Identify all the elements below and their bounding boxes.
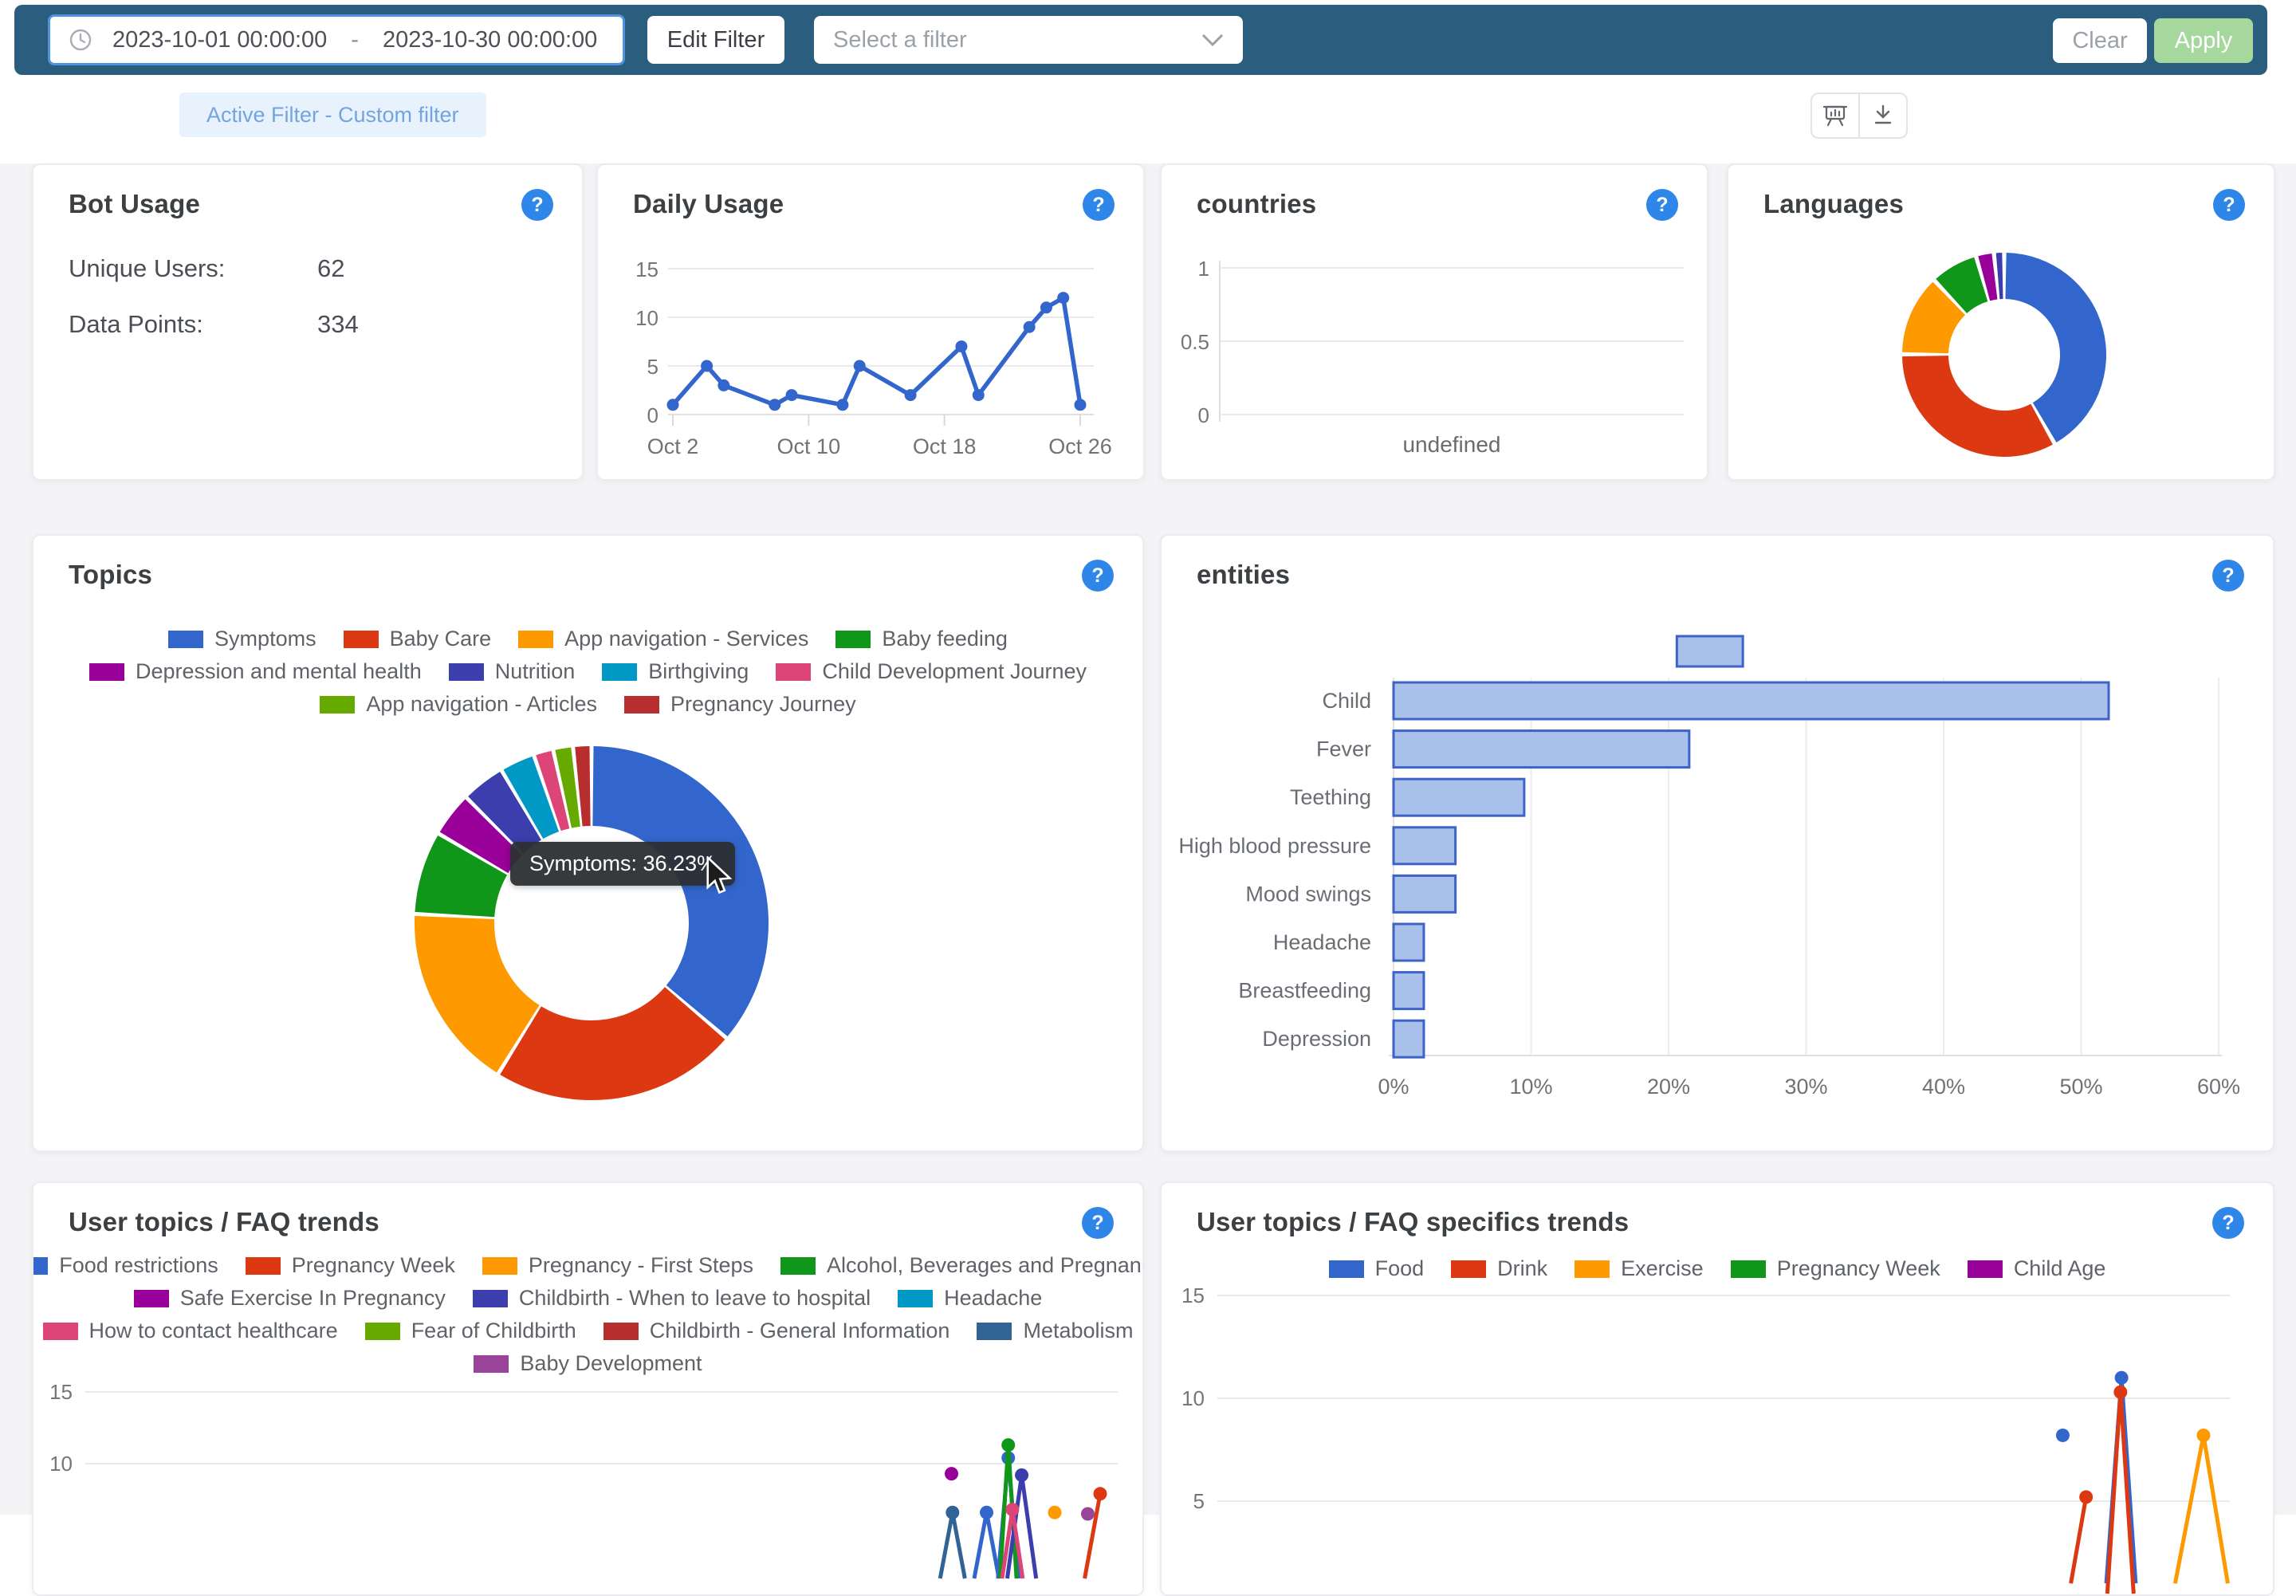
svg-text:1: 1 bbox=[1198, 257, 1209, 281]
chevron-down-icon bbox=[1201, 33, 1224, 47]
active-filter-badge: Active Filter - Custom filter bbox=[179, 92, 486, 137]
stat-row: Data Points: 334 bbox=[69, 310, 203, 339]
svg-text:5: 5 bbox=[647, 355, 659, 379]
date-to[interactable]: 2023-10-30 00:00:00 bbox=[383, 27, 597, 53]
svg-text:undefined: undefined bbox=[1402, 432, 1500, 457]
faq-trends-card: User topics / FAQ trends ? Food restrict… bbox=[32, 1181, 1144, 1596]
card-title: Bot Usage bbox=[69, 189, 200, 219]
chart-tooltip: Symptoms: 36.23% bbox=[510, 842, 735, 886]
stat-row: Unique Users: 62 bbox=[69, 254, 225, 283]
svg-text:Oct 2: Oct 2 bbox=[647, 434, 699, 458]
svg-text:40%: 40% bbox=[1922, 1075, 1965, 1099]
svg-text:0%: 0% bbox=[1378, 1075, 1409, 1099]
stat-value: 62 bbox=[317, 254, 344, 283]
svg-text:15: 15 bbox=[49, 1380, 73, 1404]
bar-fever[interactable] bbox=[1394, 731, 1689, 768]
clear-button[interactable]: Clear bbox=[2053, 18, 2147, 63]
svg-text:Breastfeeding: Breastfeeding bbox=[1238, 979, 1371, 1003]
stat-value: 334 bbox=[317, 310, 359, 339]
bot-usage-card: Bot Usage ? Unique Users: 62 Data Points… bbox=[32, 163, 584, 481]
apply-button[interactable]: Apply bbox=[2154, 18, 2253, 63]
svg-text:0: 0 bbox=[647, 403, 659, 427]
svg-text:0: 0 bbox=[1198, 403, 1209, 427]
filter-select[interactable]: Select a filter bbox=[814, 16, 1243, 64]
svg-text:10: 10 bbox=[635, 306, 659, 330]
date-from[interactable]: 2023-10-01 00:00:00 bbox=[112, 27, 327, 53]
svg-text:Fever: Fever bbox=[1316, 737, 1371, 761]
stat-label: Unique Users: bbox=[69, 254, 225, 282]
countries-card: countries ? 00.51undefined bbox=[1160, 163, 1708, 481]
faq-trends-line-chart[interactable]: 1510 bbox=[33, 1183, 1144, 1596]
edit-filter-button[interactable]: Edit Filter bbox=[647, 16, 784, 64]
bar-breastfeeding[interactable] bbox=[1394, 973, 1424, 1009]
svg-text:10: 10 bbox=[1181, 1386, 1205, 1410]
topics-card: Topics ? SymptomsBaby CareApp navigation… bbox=[32, 534, 1144, 1152]
download-icon bbox=[1869, 101, 1897, 130]
presentation-board-icon bbox=[1821, 101, 1850, 130]
filter-select-placeholder: Select a filter bbox=[833, 27, 967, 53]
date-range-input[interactable]: 2023-10-01 00:00:00 - 2023-10-30 00:00:0… bbox=[48, 14, 625, 65]
floating-bar bbox=[1677, 636, 1743, 666]
date-separator: - bbox=[351, 27, 359, 53]
svg-text:15: 15 bbox=[635, 257, 659, 281]
clock-icon bbox=[68, 27, 93, 53]
svg-text:5: 5 bbox=[1193, 1489, 1205, 1513]
filter-topbar: 2023-10-01 00:00:00 - 2023-10-30 00:00:0… bbox=[14, 5, 2267, 75]
svg-text:Oct 10: Oct 10 bbox=[777, 434, 841, 458]
languages-donut-chart[interactable] bbox=[1728, 165, 2275, 481]
svg-text:Child: Child bbox=[1322, 689, 1371, 713]
svg-text:10%: 10% bbox=[1509, 1075, 1552, 1099]
help-icon[interactable]: ? bbox=[521, 189, 553, 221]
svg-text:20%: 20% bbox=[1647, 1075, 1690, 1099]
svg-text:Teething: Teething bbox=[1290, 785, 1371, 809]
faq-specifics-card: User topics / FAQ specifics trends ? Foo… bbox=[1160, 1181, 2274, 1596]
presentation-mode-button[interactable] bbox=[1812, 94, 1858, 137]
svg-text:0.5: 0.5 bbox=[1181, 330, 1209, 354]
svg-text:High blood pressure: High blood pressure bbox=[1178, 834, 1371, 858]
mouse-cursor-icon bbox=[705, 856, 737, 902]
svg-text:Oct 18: Oct 18 bbox=[913, 434, 977, 458]
svg-text:Depression: Depression bbox=[1262, 1027, 1371, 1051]
faq-specifics-line-chart[interactable]: 15 10 5 bbox=[1162, 1183, 2274, 1596]
entities-card: entities ? 0%10%20%30%40%50%60%ChildFeve… bbox=[1160, 534, 2274, 1152]
svg-text:Headache: Headache bbox=[1273, 930, 1371, 954]
chart-toolbar bbox=[1810, 92, 1908, 139]
entities-bar-chart[interactable]: 0% 10% 20% 30% 40% 50% 60% Child Fever Teething Hi… bbox=[1162, 536, 2274, 1152]
svg-text:15: 15 bbox=[1181, 1283, 1205, 1307]
svg-text:10: 10 bbox=[49, 1452, 73, 1476]
svg-text:Mood swings: Mood swings bbox=[1245, 882, 1371, 906]
bar-mood-swings[interactable] bbox=[1394, 875, 1456, 912]
bar-headache[interactable] bbox=[1394, 924, 1424, 961]
svg-text:Oct 26: Oct 26 bbox=[1048, 434, 1112, 458]
countries-chart[interactable]: 0 0.5 1 undefined bbox=[1162, 165, 1708, 481]
daily-usage-card: Daily Usage ? 051015Oct 2Oct 10Oct 18Oct… bbox=[596, 163, 1145, 481]
bar-high-blood-pressure[interactable] bbox=[1394, 827, 1456, 864]
download-button[interactable] bbox=[1858, 94, 1906, 137]
pie-slice-symptoms[interactable] bbox=[592, 746, 769, 1036]
svg-text:60%: 60% bbox=[2197, 1075, 2240, 1099]
languages-card: Languages ? bbox=[1727, 163, 2275, 481]
bar-depression[interactable] bbox=[1394, 1020, 1424, 1057]
bar-child[interactable] bbox=[1394, 682, 2109, 719]
daily-usage-line-chart[interactable]: 0 5 10 15 Oct 2 Oct 10 Oct 18 Oct 26 bbox=[598, 165, 1145, 481]
stat-label: Data Points: bbox=[69, 310, 203, 338]
svg-text:30%: 30% bbox=[1784, 1075, 1827, 1099]
bar-teething[interactable] bbox=[1394, 779, 1524, 816]
svg-text:50%: 50% bbox=[2059, 1075, 2102, 1099]
